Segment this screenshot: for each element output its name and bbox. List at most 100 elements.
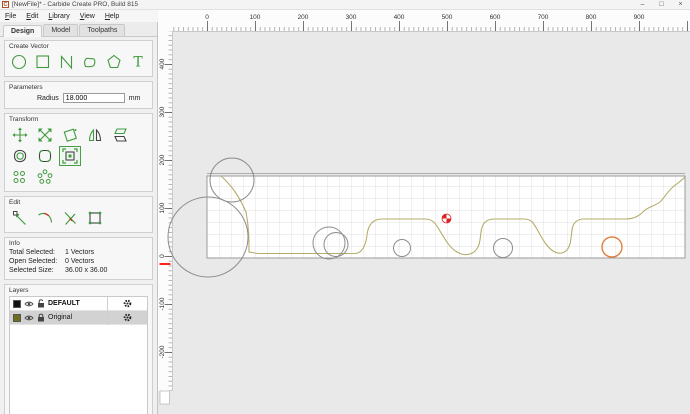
layer-color-swatch[interactable]: [13, 314, 21, 322]
minimize-button[interactable]: –: [633, 0, 652, 10]
mirror-tool-button[interactable]: [84, 125, 106, 145]
create-vector-group: Create Vector T: [4, 40, 153, 77]
trim-vectors-tool-icon: [36, 209, 54, 227]
circle-tool-icon: [10, 53, 28, 71]
curve-tool-icon: [81, 53, 99, 71]
app-logo-icon: C: [2, 1, 9, 8]
info-selected-size-label: Selected Size:: [9, 267, 65, 274]
layer-row-default[interactable]: DEFAULT: [10, 297, 147, 311]
layer-color-swatch[interactable]: [13, 300, 21, 308]
join-tool-button[interactable]: [84, 208, 106, 228]
offset-tool-button[interactable]: [9, 146, 31, 166]
h-ruler-label: 800: [586, 14, 597, 21]
polygon-tool-button[interactable]: [104, 52, 125, 72]
rotate-tool-icon: [61, 126, 79, 144]
h-ruler-label: 100: [250, 14, 261, 21]
move-tool-button[interactable]: [9, 125, 31, 145]
v-ruler-label: 100: [159, 202, 166, 213]
left-panel: Design Model Toolpaths Create Vector T: [0, 22, 158, 414]
design-canvas[interactable]: 0 100 200 300 400 500 600 700 800 900 40…: [158, 10, 690, 414]
origin-marker-icon: [442, 214, 451, 223]
v-ruler-label: 0: [159, 254, 166, 258]
fillet-tool-icon: [36, 147, 54, 165]
vertical-ruler: 400 300 200 100 0 -100 -200: [158, 31, 173, 404]
close-button[interactable]: ×: [671, 0, 690, 10]
layer-name: Original: [48, 314, 107, 321]
rotate-tool-button[interactable]: [59, 125, 81, 145]
menu-help[interactable]: Help: [100, 13, 124, 20]
circular-array-tool-button[interactable]: [34, 167, 56, 187]
break-tool-icon: [61, 209, 79, 227]
trim-tool-button[interactable]: [59, 146, 81, 166]
skew-tool-icon: [111, 126, 129, 144]
layers-title: Layers: [9, 287, 148, 294]
fillet-tool-button[interactable]: [34, 146, 56, 166]
h-ruler-label: 600: [490, 14, 501, 21]
v-ruler-label: -200: [159, 345, 166, 358]
canvas-svg[interactable]: 0 100 200 300 400 500 600 700 800 900 40…: [158, 10, 690, 414]
polyline-tool-icon: [58, 53, 76, 71]
break-tool-button[interactable]: [59, 208, 81, 228]
h-ruler-label: 200: [298, 14, 309, 21]
title-bar: C [NewFile]* - Carbide Create PRO, Build…: [0, 0, 690, 10]
menu-file[interactable]: File: [0, 13, 21, 20]
info-open-selected-value: 0 Vectors: [65, 258, 94, 265]
unlock-icon[interactable]: [37, 299, 45, 308]
eye-icon[interactable]: [24, 300, 34, 308]
node-edit-tool-button[interactable]: [9, 208, 31, 228]
text-tool-button[interactable]: T: [127, 52, 148, 72]
scale-tool-button[interactable]: [34, 125, 56, 145]
info-group: Info Total Selected:1 Vectors Open Selec…: [4, 237, 153, 280]
eye-icon[interactable]: [24, 314, 34, 322]
offset-tool-icon: [11, 147, 29, 165]
menu-edit[interactable]: Edit: [21, 13, 43, 20]
app-window: { "window": { "icon_letter": "C", "title…: [0, 0, 690, 414]
text-tool-icon: T: [129, 53, 147, 71]
skew-tool-button[interactable]: [109, 125, 131, 145]
h-ruler-label: 400: [394, 14, 405, 21]
h-ruler-label: 500: [442, 14, 453, 21]
h-ruler-label: 300: [346, 14, 357, 21]
panel-tab-bar: Design Model Toolpaths: [0, 22, 157, 37]
transform-group: Transform: [4, 113, 153, 192]
trim-vectors-tool-button[interactable]: [34, 208, 56, 228]
rectangle-tool-button[interactable]: [33, 52, 54, 72]
radius-label: Radius: [37, 95, 59, 102]
layer-settings-button[interactable]: [107, 311, 147, 325]
v-ruler-label: 200: [159, 154, 166, 165]
maximize-button[interactable]: □: [652, 0, 671, 10]
horizontal-ruler: 0 100 200 300 400 500 600 700 800 900: [158, 10, 690, 32]
gear-icon: [123, 313, 132, 322]
scale-tool-icon: [36, 126, 54, 144]
info-total-selected-label: Total Selected:: [9, 249, 65, 256]
v-ruler-label: 400: [159, 58, 166, 69]
polygon-tool-icon: [105, 53, 123, 71]
curve-tool-button[interactable]: [80, 52, 101, 72]
window-title: [NewFile]* - Carbide Create PRO, Build 8…: [12, 1, 138, 8]
circle-tool-button[interactable]: [9, 52, 30, 72]
menu-library[interactable]: Library: [43, 13, 74, 20]
parameters-group: Parameters Radius mm: [4, 81, 153, 109]
tab-design[interactable]: Design: [3, 25, 42, 37]
tab-toolpaths[interactable]: Toolpaths: [79, 24, 125, 36]
lock-icon[interactable]: [37, 313, 45, 322]
mirror-tool-icon: [86, 126, 104, 144]
layer-settings-button[interactable]: [107, 297, 147, 311]
menu-view[interactable]: View: [75, 13, 100, 20]
menu-bar: File Edit Library View Help: [0, 10, 158, 22]
v-ruler-label: 300: [159, 106, 166, 117]
v-ruler-label: -100: [159, 297, 166, 310]
radius-input[interactable]: [63, 93, 125, 103]
layer-row-original[interactable]: Original: [10, 311, 147, 325]
join-tool-icon: [86, 209, 104, 227]
h-ruler-label: 700: [538, 14, 549, 21]
svg-text:T: T: [133, 55, 143, 71]
info-title: Info: [9, 240, 148, 247]
linear-array-tool-button[interactable]: [9, 167, 31, 187]
polyline-tool-button[interactable]: [56, 52, 77, 72]
parameters-title: Parameters: [9, 84, 148, 91]
circular-array-tool-icon: [36, 168, 54, 186]
tab-model[interactable]: Model: [43, 24, 78, 36]
transform-title: Transform: [9, 116, 148, 123]
radius-unit: mm: [129, 95, 141, 102]
